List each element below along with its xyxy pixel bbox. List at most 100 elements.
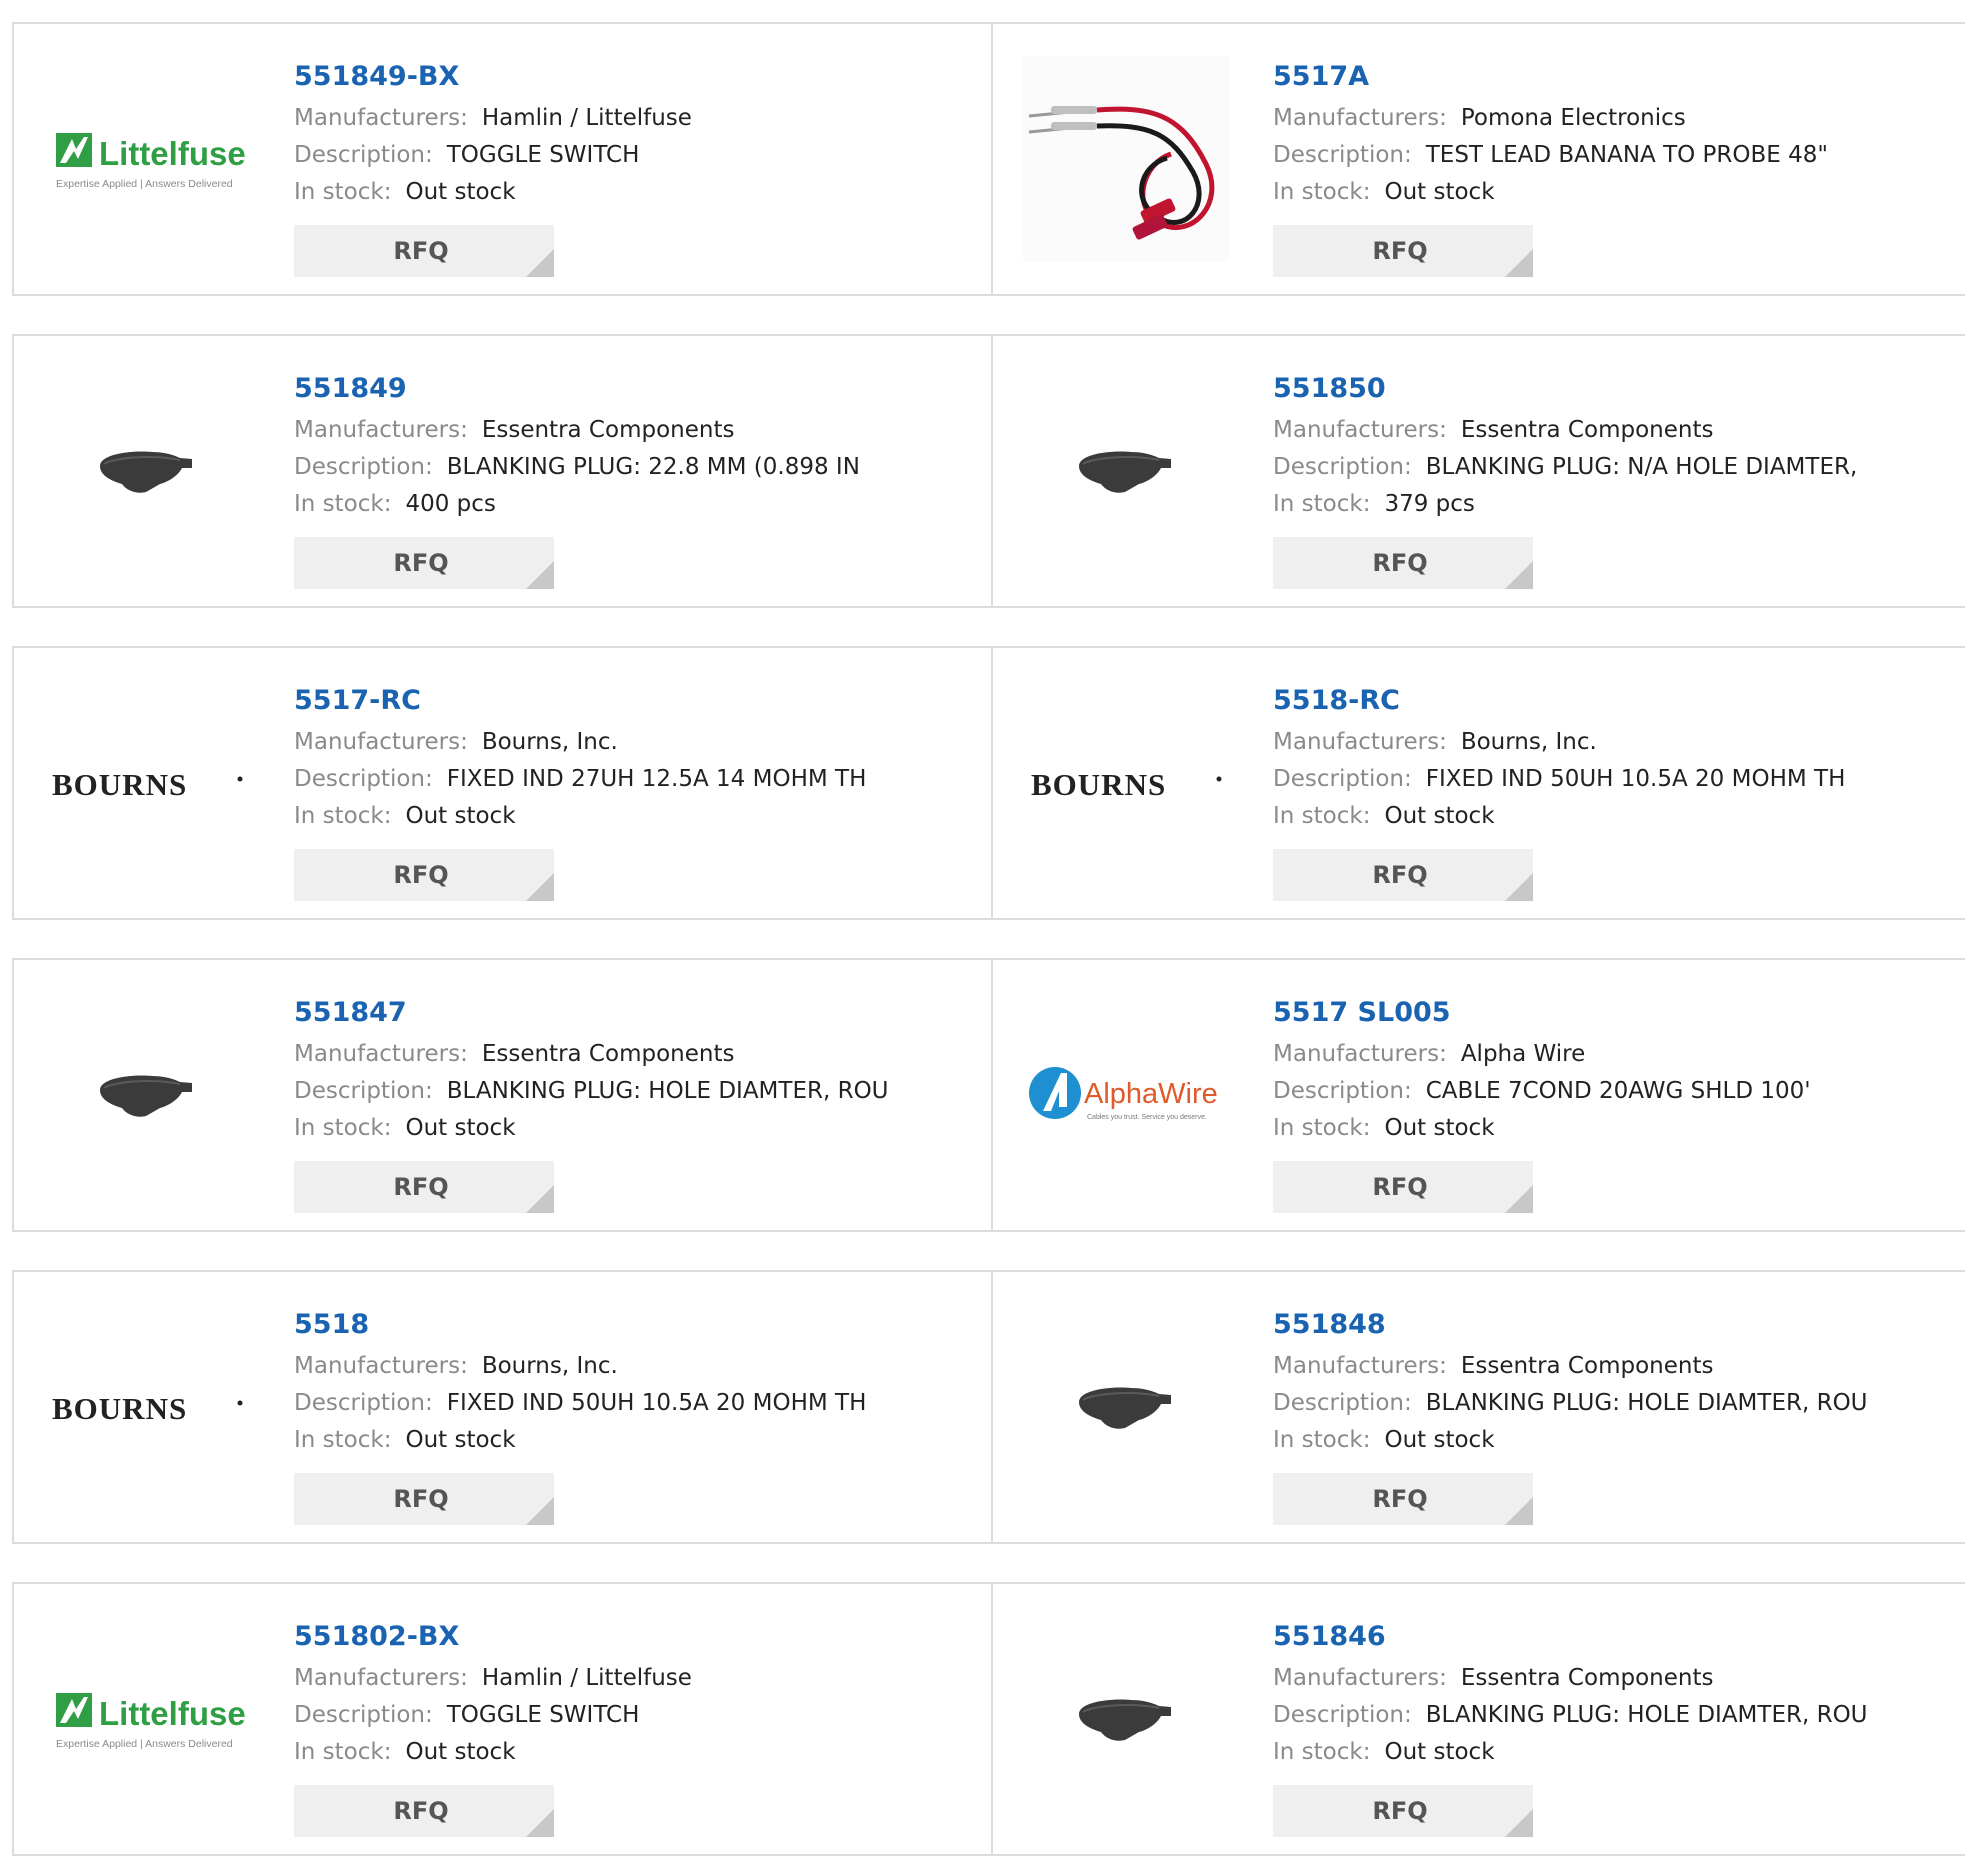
stock-value: Out stock (1384, 1739, 1495, 1765)
product-image[interactable]: Littelfuse Expertise Applied | Answers D… (42, 54, 252, 264)
product-image[interactable]: AlphaWire Cables you trust. Service you … (1021, 990, 1231, 1200)
rfq-corner-decoration (526, 561, 554, 589)
manufacturer-label: Manufacturers: (1273, 417, 1447, 443)
manufacturer-line: Manufacturers: Essentra Components (1273, 1348, 1868, 1385)
manufacturer-label: Manufacturers: (294, 1665, 468, 1691)
product-row: Littelfuse Expertise Applied | Answers D… (12, 22, 1965, 296)
description-value: TOGGLE SWITCH (446, 1702, 640, 1728)
littelfuse-wordmark: Littelfuse (99, 1695, 246, 1732)
rfq-corner-decoration (526, 1497, 554, 1525)
product-card: Littelfuse Expertise Applied | Answers D… (14, 24, 993, 294)
description-line: Description: TOGGLE SWITCH (294, 1697, 692, 1734)
rfq-corner-decoration (1505, 873, 1533, 901)
rfq-button-label: RFQ (393, 1173, 449, 1201)
manufacturer-line: Manufacturers: Bourns, Inc. (294, 724, 866, 761)
stock-label: In stock: (294, 179, 392, 205)
stock-value: Out stock (405, 1739, 516, 1765)
manufacturer-line: Manufacturers: Essentra Components (1273, 1660, 1868, 1697)
manufacturer-value: Alpha Wire (1460, 1041, 1586, 1067)
rfq-button-label: RFQ (393, 549, 449, 577)
part-number-link[interactable]: 5518-RC (1273, 678, 1845, 724)
manufacturer-line: Manufacturers: Bourns, Inc. (294, 1348, 866, 1385)
rfq-button[interactable]: RFQ (1273, 1785, 1533, 1837)
blanking-plug-photo (100, 451, 192, 493)
stock-line: In stock: Out stock (294, 798, 866, 835)
part-number-link[interactable]: 551849 (294, 366, 860, 412)
rfq-button-label: RFQ (1372, 549, 1428, 577)
rfq-button-label: RFQ (393, 1797, 449, 1825)
product-info: 551802-BX Manufacturers: Hamlin / Littelf… (294, 1614, 692, 1771)
rfq-button-label: RFQ (1372, 1797, 1428, 1825)
description-line: Description: CABLE 7COND 20AWG SHLD 100' (1273, 1073, 1811, 1110)
product-image[interactable] (1021, 1302, 1231, 1512)
product-image[interactable]: Littelfuse Expertise Applied | Answers D… (42, 1614, 252, 1824)
rfq-button[interactable]: RFQ (294, 1473, 554, 1525)
stock-value: Out stock (1384, 1115, 1495, 1141)
product-image[interactable] (1021, 366, 1231, 576)
product-row: 551849 Manufacturers: Essentra Components… (12, 334, 1965, 608)
manufacturer-label: Manufacturers: (294, 105, 468, 131)
stock-line: In stock: Out stock (294, 174, 692, 211)
rfq-button[interactable]: RFQ (1273, 537, 1533, 589)
description-label: Description: (1273, 454, 1412, 480)
rfq-corner-decoration (526, 873, 554, 901)
description-label: Description: (1273, 766, 1412, 792)
manufacturer-line: Manufacturers: Essentra Components (294, 412, 860, 449)
manufacturer-value: Essentra Components (1460, 1665, 1714, 1691)
rfq-button[interactable]: RFQ (1273, 1161, 1533, 1213)
rfq-button[interactable]: RFQ (294, 849, 554, 901)
product-image[interactable]: BOURNS (42, 678, 252, 888)
manufacturer-label: Manufacturers: (294, 729, 468, 755)
part-number-link[interactable]: 551850 (1273, 366, 1857, 412)
product-info: 5518 Manufacturers: Bourns, Inc. Descript… (294, 1302, 866, 1459)
part-number-link[interactable]: 551848 (1273, 1302, 1868, 1348)
description-line: Description: FIXED IND 50UH 10.5A 20 MOHM… (294, 1385, 866, 1422)
manufacturer-line: Manufacturers: Hamlin / Littelfuse (294, 1660, 692, 1697)
alphawire-tagline: Cables you trust. Service you deserve. (1087, 1114, 1207, 1121)
stock-line: In stock: Out stock (294, 1734, 692, 1771)
test-lead-photo (1023, 56, 1229, 262)
manufacturer-label: Manufacturers: (1273, 729, 1447, 755)
stock-value: Out stock (1384, 803, 1495, 829)
rfq-button[interactable]: RFQ (1273, 849, 1533, 901)
part-number-link[interactable]: 5517A (1273, 54, 1828, 100)
part-number-link[interactable]: 5518 (294, 1302, 866, 1348)
part-number-link[interactable]: 551846 (1273, 1614, 1868, 1660)
rfq-corner-decoration (1505, 249, 1533, 277)
rfq-button[interactable]: RFQ (294, 1161, 554, 1213)
description-label: Description: (294, 1702, 433, 1728)
product-image[interactable] (42, 990, 252, 1200)
product-image[interactable]: BOURNS (1021, 678, 1231, 888)
description-line: Description: BLANKING PLUG: 22.8 MM (0.89… (294, 449, 860, 486)
rfq-corner-decoration (526, 1185, 554, 1213)
stock-label: In stock: (294, 1739, 392, 1765)
rfq-corner-decoration (526, 249, 554, 277)
part-number-link[interactable]: 551849-BX (294, 54, 692, 100)
blanking-plug-photo (1079, 1699, 1171, 1741)
part-number-link[interactable]: 5517 SL005 (1273, 990, 1811, 1036)
product-image[interactable] (1021, 1614, 1231, 1824)
manufacturer-label: Manufacturers: (1273, 1353, 1447, 1379)
rfq-button[interactable]: RFQ (1273, 1473, 1533, 1525)
description-line: Description: BLANKING PLUG: HOLE DIAMTER,… (1273, 1697, 1868, 1734)
part-number-link[interactable]: 551802-BX (294, 1614, 692, 1660)
description-value: FIXED IND 27UH 12.5A 14 MOHM TH (446, 766, 867, 792)
description-value: TEST LEAD BANANA TO PROBE 48" (1425, 142, 1828, 168)
manufacturer-value: Hamlin / Littelfuse (481, 105, 692, 131)
rfq-button[interactable]: RFQ (1273, 225, 1533, 277)
description-label: Description: (1273, 142, 1412, 168)
stock-value: Out stock (405, 803, 516, 829)
part-number-link[interactable]: 5517-RC (294, 678, 866, 724)
rfq-button[interactable]: RFQ (294, 537, 554, 589)
product-card: 551849 Manufacturers: Essentra Components… (14, 336, 993, 606)
product-image[interactable] (1021, 54, 1231, 264)
bourns-wordmark: BOURNS (52, 1391, 187, 1426)
description-line: Description: BLANKING PLUG: HOLE DIAMTER,… (1273, 1385, 1868, 1422)
stock-value: Out stock (405, 1427, 516, 1453)
product-image[interactable] (42, 366, 252, 576)
rfq-button[interactable]: RFQ (294, 225, 554, 277)
part-number-link[interactable]: 551847 (294, 990, 889, 1036)
rfq-button[interactable]: RFQ (294, 1785, 554, 1837)
product-image[interactable]: BOURNS (42, 1302, 252, 1512)
alphawire-wordmark: AlphaWire (1084, 1078, 1218, 1110)
